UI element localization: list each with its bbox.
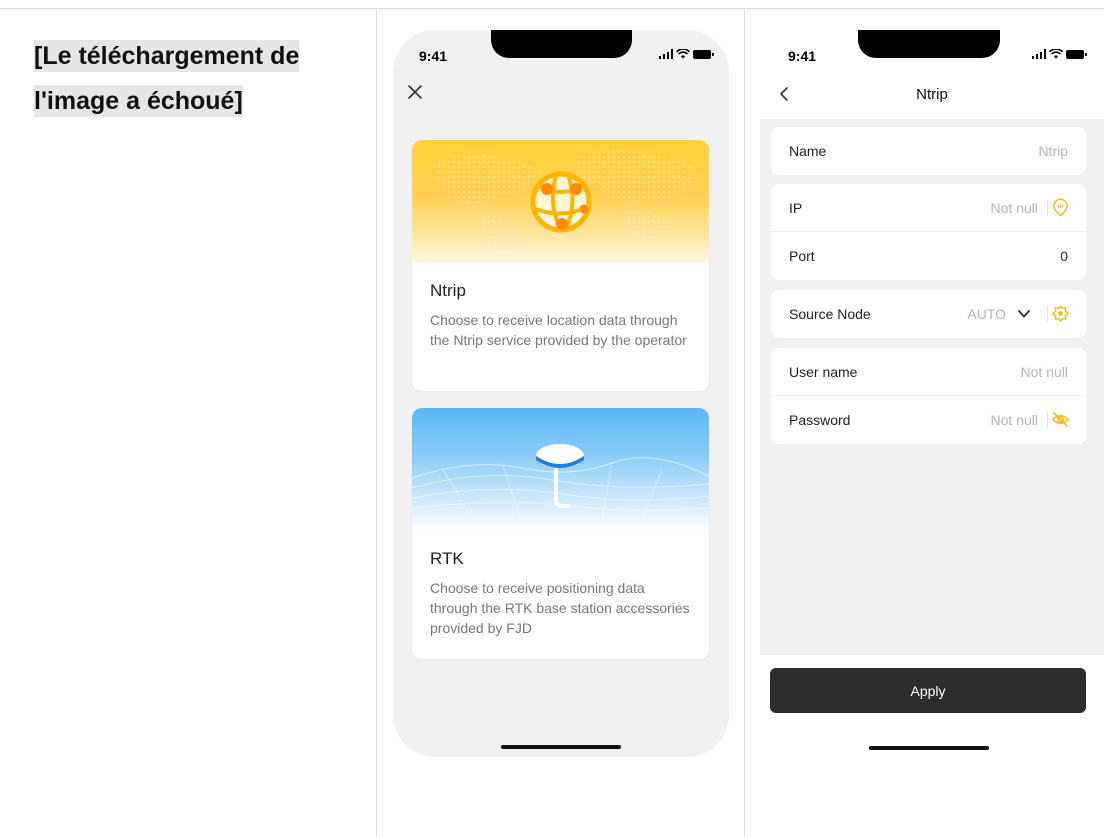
ntrip-card-title: Ntrip	[430, 281, 466, 300]
server-group: IP Not null IP Port 0	[771, 184, 1086, 280]
apply-button[interactable]: Apply	[770, 668, 1086, 713]
chevron-down-icon[interactable]	[1018, 309, 1030, 319]
source-node-group: Source Node AUTO	[771, 290, 1086, 338]
battery-icon	[1066, 49, 1087, 59]
source-node-label: Source Node	[789, 306, 871, 322]
status-icons	[1031, 49, 1087, 59]
phone-notch	[858, 30, 1000, 58]
ntrip-option-card[interactable]: Ntrip Choose to receive location data th…	[412, 140, 709, 391]
port-input[interactable]: 0	[1060, 248, 1068, 264]
name-input[interactable]: Ntrip	[1038, 143, 1068, 159]
password-input[interactable]: Not null	[991, 412, 1038, 428]
home-indicator	[869, 746, 989, 750]
battery-icon	[693, 49, 714, 59]
name-label: Name	[789, 143, 827, 159]
username-row[interactable]: User name Not null	[771, 348, 1086, 396]
close-icon[interactable]	[406, 83, 424, 101]
form-body: Name Ntrip IP Not null IP Port 0 Source …	[760, 119, 1104, 655]
home-indicator	[501, 745, 621, 749]
port-row[interactable]: Port 0	[771, 232, 1086, 280]
ip-row[interactable]: IP Not null IP	[771, 184, 1086, 232]
password-label: Password	[789, 412, 851, 428]
wifi-icon	[676, 49, 690, 59]
source-node-separator	[1047, 306, 1048, 322]
refresh-node-icon[interactable]	[1051, 304, 1070, 323]
svg-text:IP: IP	[1058, 204, 1064, 210]
ip-label: IP	[789, 200, 803, 216]
page-title: Ntrip	[916, 86, 948, 103]
username-label: User name	[789, 364, 858, 380]
rtk-card-title: RTK	[430, 549, 464, 568]
rtk-card-image	[412, 408, 709, 531]
name-group: Name Ntrip	[771, 127, 1086, 175]
source-node-select[interactable]: AUTO	[967, 306, 1006, 322]
username-input[interactable]: Not null	[1021, 364, 1068, 380]
rtk-card-description: Choose to receive positioning data throu…	[430, 580, 690, 636]
phone-mode-select: 9:41 Ntrip Choose to receive location da…	[393, 30, 729, 757]
password-separator	[1047, 412, 1048, 428]
ntrip-card-image	[412, 140, 709, 263]
rtk-option-card[interactable]: RTK Choose to receive positioning data t…	[412, 408, 709, 659]
status-icons	[658, 49, 714, 59]
ip-separator	[1047, 200, 1048, 216]
signal-icon	[658, 49, 673, 59]
grid-divider-2	[744, 8, 745, 837]
source-node-row[interactable]: Source Node AUTO	[771, 290, 1086, 338]
credentials-group: User name Not null Password Not null	[771, 348, 1086, 444]
phone-notch	[491, 30, 632, 58]
status-time: 9:41	[419, 48, 448, 64]
globe-network-icon	[530, 171, 592, 233]
port-label: Port	[789, 248, 815, 264]
name-row[interactable]: Name Ntrip	[771, 127, 1086, 175]
ntrip-card-description: Choose to receive location data through …	[430, 312, 687, 348]
signal-icon	[1031, 49, 1046, 59]
image-failed-message: [Le téléchargement de l'image a échoué]	[34, 40, 300, 117]
ip-location-icon[interactable]: IP	[1051, 198, 1070, 217]
grid-top-line	[0, 8, 1104, 9]
phone-ntrip-form: 9:41 Ntrip Name Ntrip IP Not null IP Por…	[760, 30, 1104, 770]
status-time: 9:41	[788, 48, 817, 64]
grid-divider-1	[376, 8, 377, 837]
ip-input[interactable]: Not null	[991, 200, 1038, 216]
password-row[interactable]: Password Not null	[771, 396, 1086, 444]
wifi-icon	[1049, 49, 1063, 59]
eye-off-icon[interactable]	[1051, 410, 1070, 429]
rtk-antenna-icon	[536, 444, 584, 508]
